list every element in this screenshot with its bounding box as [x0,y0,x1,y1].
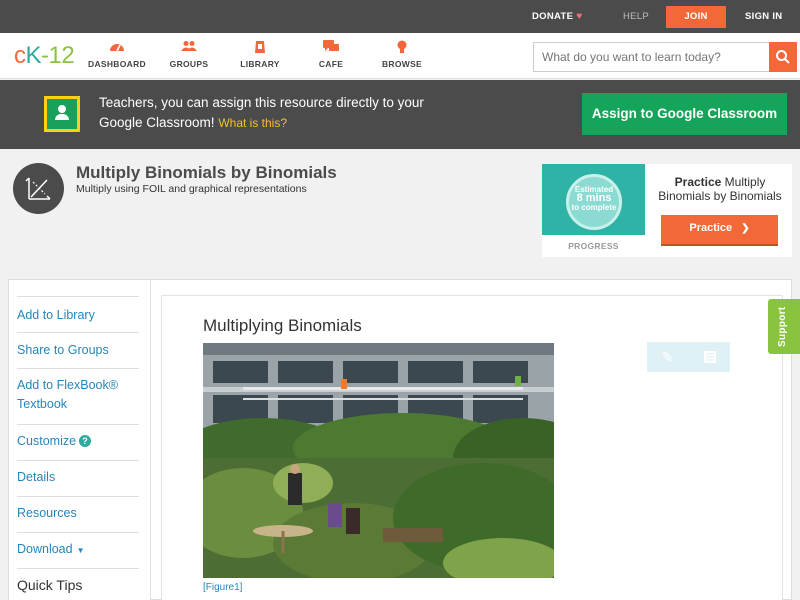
estimated-time-badge: Estimated 8 mins to complete [566,174,622,230]
rooftop-garden-photo [203,343,554,578]
concept-title: Multiply Binomials by Binomials [76,163,337,182]
figure-caption-link[interactable]: [Figure1] [203,582,242,593]
support-label: Support [777,306,788,347]
nav-library[interactable]: LIBRARY [225,40,295,69]
heart-icon: ♥ [576,11,583,22]
search-input[interactable] [533,42,770,72]
download-label: Download [17,542,73,556]
practice-progress-art: Estimated 8 mins to complete [542,164,645,235]
logo-12: -12 [41,42,75,69]
content-frame: Add to Library Share to Groups Add to Fl… [8,279,792,600]
banner-message: Teachers, you can assign this resource d… [99,93,439,133]
nav-browse-label: BROWSE [381,59,423,69]
nav-browse[interactable]: BROWSE [367,40,437,69]
ck12-logo[interactable]: cK-12 [14,42,75,70]
sidebar-item-add-to-library[interactable]: Add to Library [17,296,139,333]
graph-concept-icon [13,163,64,214]
concept-subtitle: Multiply using FOIL and graphical repres… [76,183,307,195]
nav-cafe[interactable]: CAFE [296,40,366,69]
nav-dashboard[interactable]: DASHBOARD [82,40,152,69]
logo-k: K [25,42,42,69]
what-is-this-link[interactable]: What is this? [218,116,287,130]
article-tools: ✎ [647,342,730,372]
caret-down-icon: ▼ [76,546,85,555]
help-link[interactable]: HELP [623,0,649,33]
article: Multiplying Binomials ✎ [Figure1] [161,295,783,600]
practice-heading: Practice Multiply Binomials by Binomials [652,175,788,203]
teacher-banner: Teachers, you can assign this resource d… [0,80,800,149]
search-button[interactable] [769,42,797,72]
donate-label: DONATE [532,11,574,22]
customize-label: Customize [17,434,77,448]
groups-icon [154,40,224,56]
article-title: Multiplying Binomials [203,316,362,335]
logo-c: c [14,42,26,69]
browse-icon [367,40,437,56]
nav-groups-label: GROUPS [169,59,209,69]
nav-groups[interactable]: GROUPS [154,40,224,69]
main-navigation: cK-12 DASHBOARD GROUPS LIBRARY CAFE BROW… [0,33,800,79]
library-icon [225,40,295,56]
sidebar-item-share-to-groups[interactable]: Share to Groups [17,333,139,369]
sidebar-item-add-to-flexbook[interactable]: Add to FlexBook® Textbook [17,369,139,425]
to-complete-label: to complete [571,203,617,212]
pencil-icon[interactable]: ✎ [647,342,688,372]
google-classroom-icon [44,96,80,132]
join-button[interactable]: JOIN [666,5,726,28]
practice-heading-bold: Practice [674,175,722,189]
notes-icon[interactable] [689,342,730,372]
sidebar-item-customize[interactable]: Customize? [17,425,139,461]
donate-link[interactable]: DONATE ♥ [532,0,582,33]
cafe-icon [296,40,366,56]
quick-tips-heading: Quick Tips [17,577,83,593]
chevron-right-icon: ❯ [741,223,750,234]
top-utility-bar: DONATE ♥ HELP JOIN SIGN IN [0,0,800,33]
sidebar: Add to Library Share to Groups Add to Fl… [9,280,151,600]
practice-card: Estimated 8 mins to complete PROGRESS Pr… [542,164,792,257]
search-icon [776,50,790,64]
sign-in-link[interactable]: SIGN IN [745,0,782,33]
practice-button[interactable]: Practice ❯ [661,215,778,244]
help-icon[interactable]: ? [79,435,92,447]
sidebar-item-details[interactable]: Details [17,461,139,497]
nav-library-label: LIBRARY [240,59,280,69]
assign-to-google-classroom-button[interactable]: Assign to Google Classroom [582,93,787,135]
practice-button-label: Practice [689,222,733,234]
sidebar-item-download[interactable]: Download ▼ [17,533,139,569]
dashboard-icon [82,40,152,56]
nav-dashboard-label: DASHBOARD [88,59,146,69]
sidebar-item-resources[interactable]: Resources [17,497,139,533]
nav-cafe-label: CAFE [318,59,344,69]
progress-label: PROGRESS [568,241,619,251]
support-tab[interactable]: Support [768,299,800,354]
